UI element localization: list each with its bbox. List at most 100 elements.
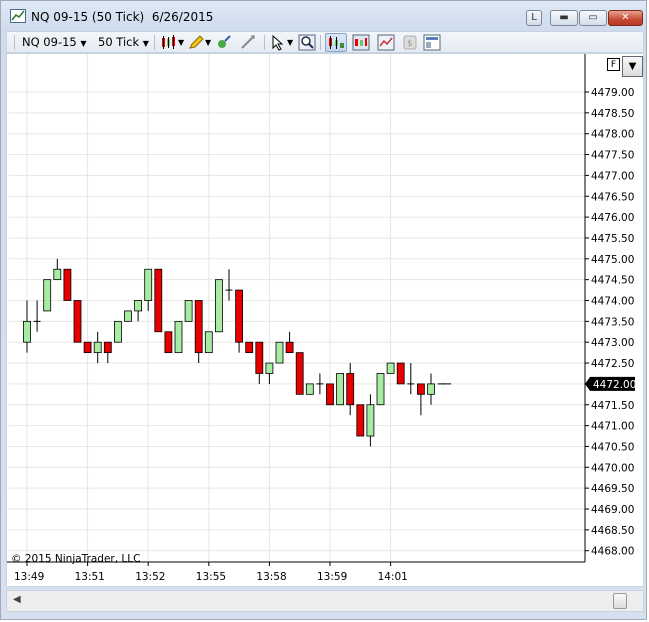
candle-body — [285, 341, 294, 354]
instrument-selector[interactable]: NQ 09-15 ▼ — [22, 35, 87, 49]
price-label: 4470.50 — [591, 441, 634, 453]
time-label: 13:52 — [135, 571, 165, 583]
price-label: 4479.00 — [591, 87, 634, 99]
time-label: 13:51 — [75, 571, 105, 583]
window-title: NQ 09-15 (50 Tick) 6/26/2015 — [31, 10, 214, 24]
candle-body — [265, 362, 274, 374]
time-label: 13:49 — [14, 571, 44, 583]
price-label: 4471.00 — [591, 421, 634, 433]
price-label: 4474.50 — [591, 275, 634, 287]
price-label: 4477.00 — [591, 170, 634, 182]
interval-label: 50 Tick — [98, 35, 140, 49]
candle-body — [255, 341, 264, 374]
chart-window: NQ 09-15 (50 Tick) 6/26/2015 L ▬ ▭ ✕ NQ … — [0, 0, 647, 620]
candle-body — [63, 268, 72, 301]
chart-grid — [9, 54, 585, 562]
candle-body — [194, 300, 203, 354]
price-label: 4473.50 — [591, 316, 634, 328]
scroll-thumb[interactable] — [613, 593, 627, 609]
price-label: 4469.50 — [591, 483, 634, 495]
chevron-down-icon: ▼ — [628, 61, 637, 72]
candle-body — [295, 352, 304, 395]
close-button[interactable]: ✕ — [608, 10, 643, 26]
strategies-icon[interactable] — [239, 34, 257, 51]
price-chart[interactable]: 4479.00 4478.50 4478.00 4477.50 4477.00 4476.… — [7, 54, 643, 586]
copyright-label: © 2015 NinjaTrader, LLC — [11, 553, 140, 565]
chevron-down-icon: ▼ — [142, 39, 149, 48]
candle-body — [235, 289, 244, 343]
zoom-icon[interactable] — [298, 34, 316, 51]
chevron-down-icon[interactable]: ▼ — [178, 38, 184, 47]
templates-icon[interactable] — [423, 34, 441, 51]
chart-flag-button[interactable]: F — [607, 58, 620, 71]
maximize-button[interactable]: ▭ — [579, 10, 607, 26]
interval-selector[interactable]: 50 Tick ▼ — [98, 35, 149, 49]
candle-body — [103, 341, 112, 354]
candle-body — [416, 383, 425, 395]
candle-body — [73, 300, 82, 343]
chevron-down-icon[interactable]: ▼ — [205, 38, 211, 47]
chart-trader-button[interactable] — [325, 33, 347, 52]
price-label: 4471.50 — [591, 400, 634, 412]
candle-body — [356, 404, 365, 437]
properties-icon[interactable] — [377, 34, 395, 51]
indicators-icon[interactable] — [215, 34, 233, 51]
price-label: 4476.50 — [591, 191, 634, 203]
candle-body — [214, 279, 223, 333]
last-price-label: 4472.00 — [593, 379, 636, 391]
bar-type-icon[interactable] — [160, 34, 178, 51]
candle-body — [396, 362, 405, 385]
svg-text:$: $ — [407, 39, 413, 49]
candle-body — [427, 383, 435, 395]
candle-body — [114, 320, 122, 343]
link-button[interactable]: L — [526, 10, 542, 26]
candle-body — [144, 268, 153, 301]
price-label: 4468.00 — [591, 546, 634, 558]
candle-body — [164, 331, 173, 354]
data-box-icon[interactable] — [352, 34, 370, 51]
instrument-label: NQ 09-15 — [22, 35, 77, 49]
candle-body — [134, 300, 142, 312]
minimize-button[interactable]: ▬ — [550, 10, 578, 26]
candle-body — [53, 268, 62, 281]
candle-body — [245, 341, 254, 354]
pointer-icon[interactable] — [269, 34, 287, 51]
toolbar-separator — [320, 35, 321, 50]
toolbar-separator — [154, 35, 155, 50]
candle-body — [275, 341, 284, 364]
candle-body — [93, 341, 102, 354]
time-label: 13:59 — [317, 571, 347, 583]
chevron-down-icon: ▼ — [80, 39, 87, 48]
candle-body — [376, 373, 385, 406]
time-label: 14:01 — [378, 571, 408, 583]
candle-body — [366, 404, 375, 437]
scroll-left-icon[interactable]: ◀ — [13, 594, 21, 605]
candle-body — [346, 373, 355, 406]
toolbar-separator — [264, 35, 265, 50]
time-label: 13:55 — [196, 571, 226, 583]
sync-icon[interactable]: $ — [401, 34, 419, 51]
chart-menu-dropdown[interactable]: ▼ — [622, 56, 643, 77]
price-label: 4475.00 — [591, 254, 634, 266]
chart-trader-icon — [329, 36, 344, 49]
chart-toolbar: NQ 09-15 ▼ 50 Tick ▼ ▼ ▼ ▼ $ — [6, 31, 644, 53]
candle-body — [23, 320, 31, 343]
candle-body — [336, 373, 345, 406]
title-bar[interactable]: NQ 09-15 (50 Tick) 6/26/2015 L ▬ ▭ ✕ — [1, 1, 648, 31]
horizontal-scrollbar[interactable]: ◀ — [6, 590, 644, 612]
candle-body — [386, 362, 395, 374]
price-label: 4476.00 — [591, 212, 634, 224]
chart-panel[interactable]: 4479.00 4478.50 4478.00 4477.50 4477.00 4476.… — [6, 53, 644, 587]
drawing-pencil-icon[interactable] — [187, 34, 205, 51]
price-label: 4475.50 — [591, 233, 634, 245]
candle-body — [326, 383, 334, 406]
price-label: 4473.00 — [591, 337, 634, 349]
price-label: 4477.50 — [591, 150, 634, 162]
price-label: 4469.00 — [591, 504, 634, 516]
candle-body — [174, 320, 183, 354]
chevron-down-icon[interactable]: ▼ — [287, 38, 293, 47]
candle-body — [43, 279, 52, 312]
candle-body — [184, 300, 193, 322]
time-label: 13:58 — [256, 571, 286, 583]
price-axis: 4479.00 4478.50 4478.00 4477.50 4477.00 4476.… — [584, 54, 636, 562]
